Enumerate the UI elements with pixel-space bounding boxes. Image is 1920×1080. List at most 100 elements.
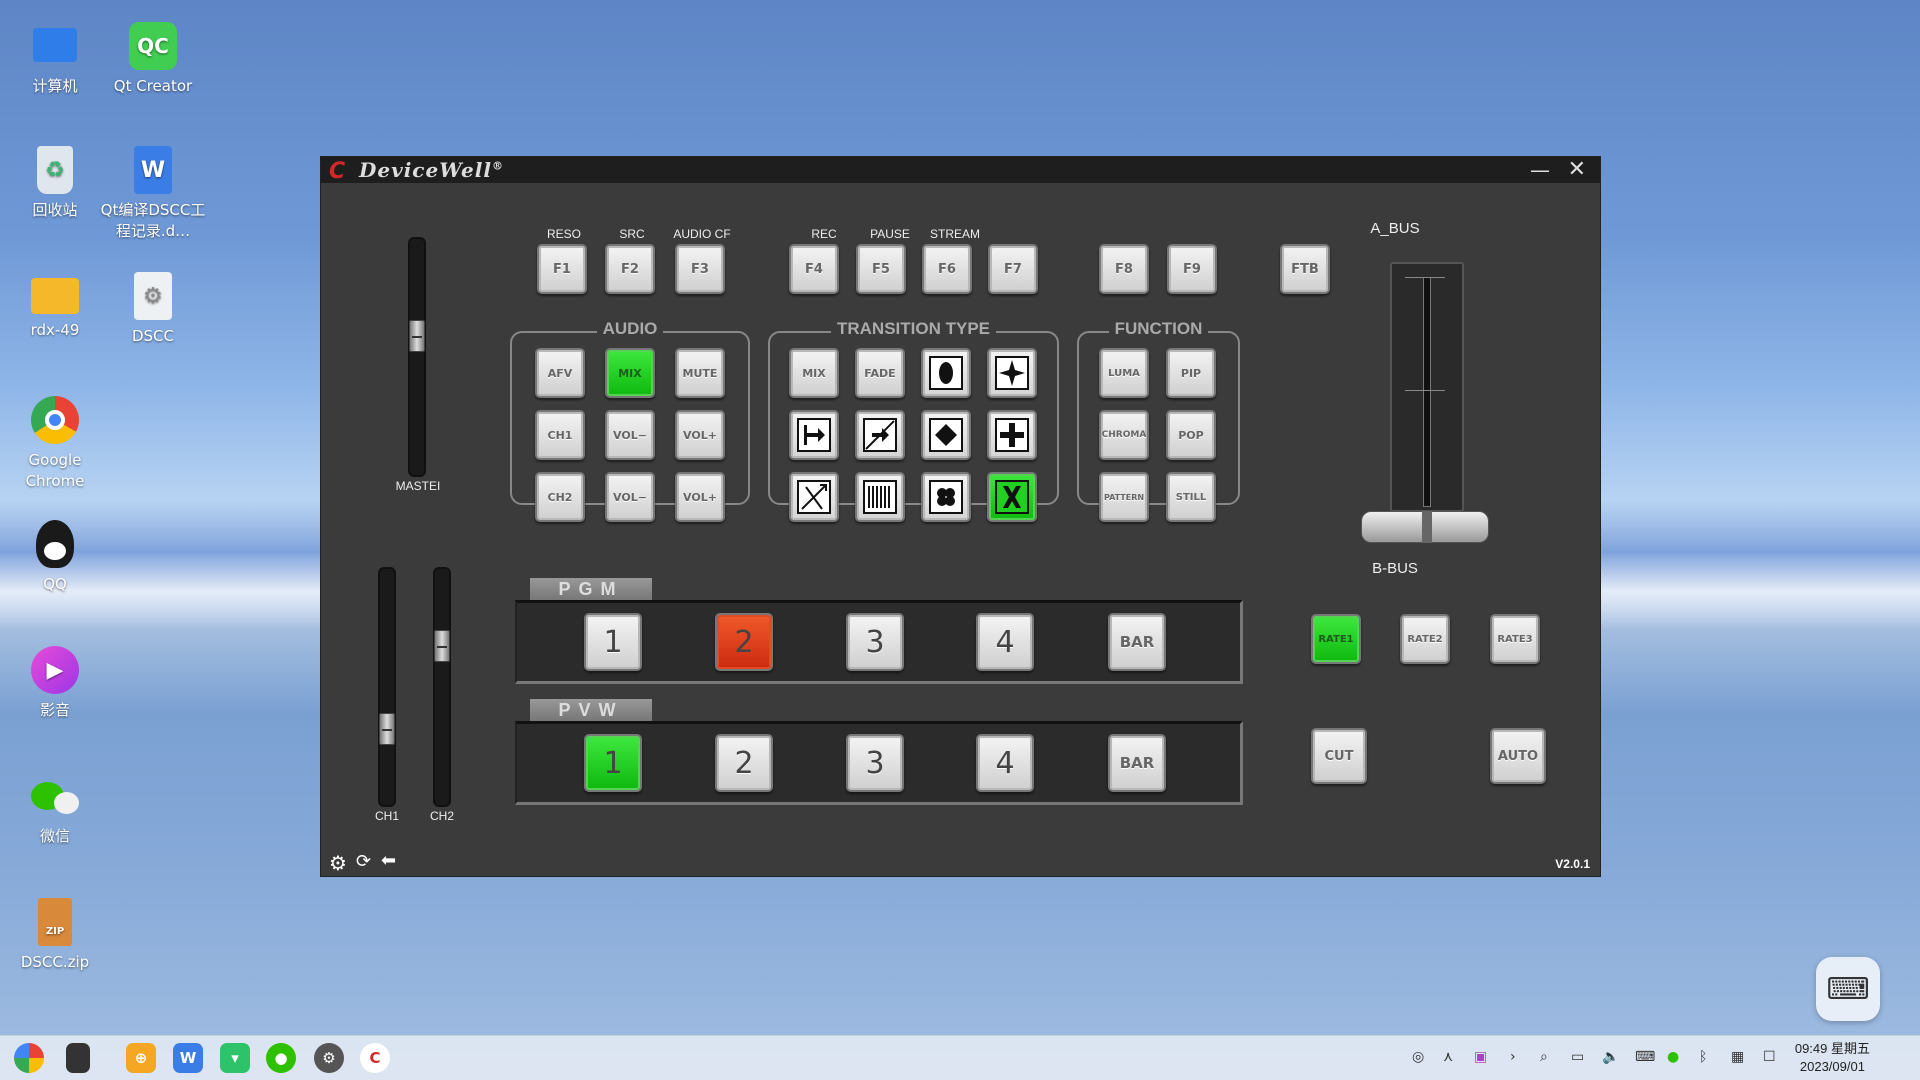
f8-button[interactable]: F8 xyxy=(1099,244,1149,294)
wipe-diagonal-arrow-button[interactable] xyxy=(855,410,905,460)
media-tray-icon[interactable]: ▣ xyxy=(1474,1049,1487,1065)
pgm-input-2-button[interactable]: 2 xyxy=(715,613,773,671)
clover-wipe-icon xyxy=(929,480,963,514)
pgm-input-3-button[interactable]: 3 xyxy=(846,613,904,671)
ch2-fader-track[interactable] xyxy=(433,567,451,807)
wipe-ellipse-button[interactable] xyxy=(921,348,971,398)
settings-taskbar-icon[interactable]: ⚙ xyxy=(314,1043,344,1073)
notification-icon[interactable]: ☐ xyxy=(1763,1049,1776,1065)
ch2-vol-down-button[interactable]: VOL− xyxy=(605,472,655,522)
tbar-track[interactable] xyxy=(1423,277,1431,507)
diagonal-arrow-wipe-icon xyxy=(863,418,897,452)
pgm-bar-button[interactable]: BAR xyxy=(1108,613,1166,671)
keyboard-icon[interactable]: ⌨ xyxy=(1816,957,1880,1021)
f3-button[interactable]: F3 xyxy=(675,244,725,294)
rate1-button[interactable]: RATE1 xyxy=(1311,614,1361,664)
network-tray-icon[interactable]: ⋏ xyxy=(1443,1049,1453,1065)
wipe-clover-button[interactable] xyxy=(921,472,971,522)
refresh-icon[interactable]: ⟳ xyxy=(356,851,371,872)
desktop-icon-doc[interactable]: W Qt编译DSCC工程记录.d… xyxy=(98,146,208,242)
wipe-diamond-button[interactable] xyxy=(921,410,971,460)
title-bar[interactable]: C DeviceWell® — ✕ xyxy=(321,157,1600,184)
master-fader-track[interactable] xyxy=(408,237,426,477)
settings-gear-icon[interactable]: ⚙ xyxy=(329,851,347,875)
screen-tray-icon[interactable]: ▭ xyxy=(1571,1049,1584,1065)
ch1-fader-track[interactable] xyxy=(378,567,396,807)
wipe-star-button[interactable] xyxy=(987,348,1037,398)
desktop-icon-zip[interactable]: ZIP DSCC.zip xyxy=(0,898,110,973)
wipe-bar-arrow-button[interactable] xyxy=(789,410,839,460)
f1-button[interactable]: F1 xyxy=(537,244,587,294)
devicewell-taskbar-icon[interactable]: C xyxy=(360,1043,390,1073)
rate2-button[interactable]: RATE2 xyxy=(1400,614,1450,664)
afv-button[interactable]: AFV xyxy=(535,348,585,398)
f7-button[interactable]: F7 xyxy=(988,244,1038,294)
multitask-view-icon[interactable] xyxy=(66,1043,90,1073)
pgm-input-1-button[interactable]: 1 xyxy=(584,613,642,671)
wipe-split-button[interactable] xyxy=(789,472,839,522)
f4-button[interactable]: F4 xyxy=(789,244,839,294)
desktop-icon-qt-creator[interactable]: QC Qt Creator xyxy=(98,22,208,97)
close-button[interactable]: ✕ xyxy=(1568,157,1586,182)
ch2-button[interactable]: CH2 xyxy=(535,472,585,522)
launcher-icon[interactable] xyxy=(14,1043,44,1073)
desktop-icon-media[interactable]: ▶ 影音 xyxy=(0,646,110,721)
pvw-input-3-button[interactable]: 3 xyxy=(846,734,904,792)
chroma-button[interactable]: CHROMA xyxy=(1099,410,1149,460)
ch1-vol-up-button[interactable]: VOL+ xyxy=(675,410,725,460)
app-store-icon[interactable]: ▾ xyxy=(220,1043,250,1073)
pip-button[interactable]: PIP xyxy=(1166,348,1216,398)
back-arrow-icon[interactable]: ⬅ xyxy=(381,850,396,871)
keyboard-layout-icon[interactable]: ⌨ xyxy=(1635,1049,1655,1065)
input-method-icon[interactable]: ▦ xyxy=(1731,1049,1744,1065)
f6-button[interactable]: F6 xyxy=(922,244,972,294)
pvw-bar-button[interactable]: BAR xyxy=(1108,734,1166,792)
wechat-taskbar-icon[interactable]: ● xyxy=(266,1043,296,1073)
f9-button[interactable]: F9 xyxy=(1167,244,1217,294)
pgm-input-4-button[interactable]: 4 xyxy=(976,613,1034,671)
cut-button[interactable]: CUT xyxy=(1311,728,1367,784)
pattern-button[interactable]: PATTERN xyxy=(1099,472,1149,522)
volume-icon[interactable]: 🔈 xyxy=(1602,1049,1619,1065)
minimize-button[interactable]: — xyxy=(1530,158,1550,182)
pvw-input-2-button[interactable]: 2 xyxy=(715,734,773,792)
assistant-tray-icon[interactable]: ◎ xyxy=(1412,1049,1424,1065)
master-fader-knob[interactable] xyxy=(409,320,425,352)
ch1-fader-knob[interactable] xyxy=(379,713,395,745)
desktop-icon-folder[interactable]: rdx-49 xyxy=(0,272,110,341)
clock[interactable]: 09:49 星期五 2023/09/01 xyxy=(1795,1040,1870,1076)
wechat-tray-icon[interactable]: ● xyxy=(1667,1049,1679,1065)
ch1-vol-down-button[interactable]: VOL− xyxy=(605,410,655,460)
pvw-input-4-button[interactable]: 4 xyxy=(976,734,1034,792)
desktop-icon-recycle-bin[interactable]: ♻ 回收站 xyxy=(0,146,110,221)
wipe-x-button[interactable] xyxy=(987,472,1037,522)
mute-button[interactable]: MUTE xyxy=(675,348,725,398)
pop-button[interactable]: POP xyxy=(1166,410,1216,460)
file-manager-icon[interactable]: ⊕ xyxy=(126,1043,156,1073)
desktop-icon-wechat[interactable]: 微信 xyxy=(0,772,110,847)
pvw-input-1-button[interactable]: 1 xyxy=(584,734,642,792)
desktop-icon-computer[interactable]: 计算机 xyxy=(0,22,110,97)
transition-mix-button[interactable]: MIX xyxy=(789,348,839,398)
wipe-blinds-button[interactable] xyxy=(855,472,905,522)
transition-fade-button[interactable]: FADE xyxy=(855,348,905,398)
chevron-right-icon[interactable]: › xyxy=(1510,1049,1516,1065)
still-button[interactable]: STILL xyxy=(1166,472,1216,522)
search-icon[interactable]: ⌕ xyxy=(1540,1049,1548,1065)
f5-button[interactable]: F5 xyxy=(856,244,906,294)
bluetooth-icon[interactable]: ᛒ xyxy=(1699,1049,1707,1065)
ch2-vol-up-button[interactable]: VOL+ xyxy=(675,472,725,522)
auto-button[interactable]: AUTO xyxy=(1490,728,1546,784)
desktop-icon-qq[interactable]: QQ xyxy=(0,520,110,595)
f2-button[interactable]: F2 xyxy=(605,244,655,294)
luma-button[interactable]: LUMA xyxy=(1099,348,1149,398)
wipe-cross-button[interactable] xyxy=(987,410,1037,460)
wps-writer-icon[interactable]: W xyxy=(173,1043,203,1073)
ch1-button[interactable]: CH1 xyxy=(535,410,585,460)
rate3-button[interactable]: RATE3 xyxy=(1490,614,1540,664)
desktop-icon-dscc[interactable]: ⚙ DSCC xyxy=(98,272,208,347)
audio-mix-button[interactable]: MIX xyxy=(605,348,655,398)
ftb-button[interactable]: FTB xyxy=(1280,244,1330,294)
ch2-fader-knob[interactable] xyxy=(434,630,450,662)
desktop-icon-chrome[interactable]: Google Chrome xyxy=(0,396,110,492)
